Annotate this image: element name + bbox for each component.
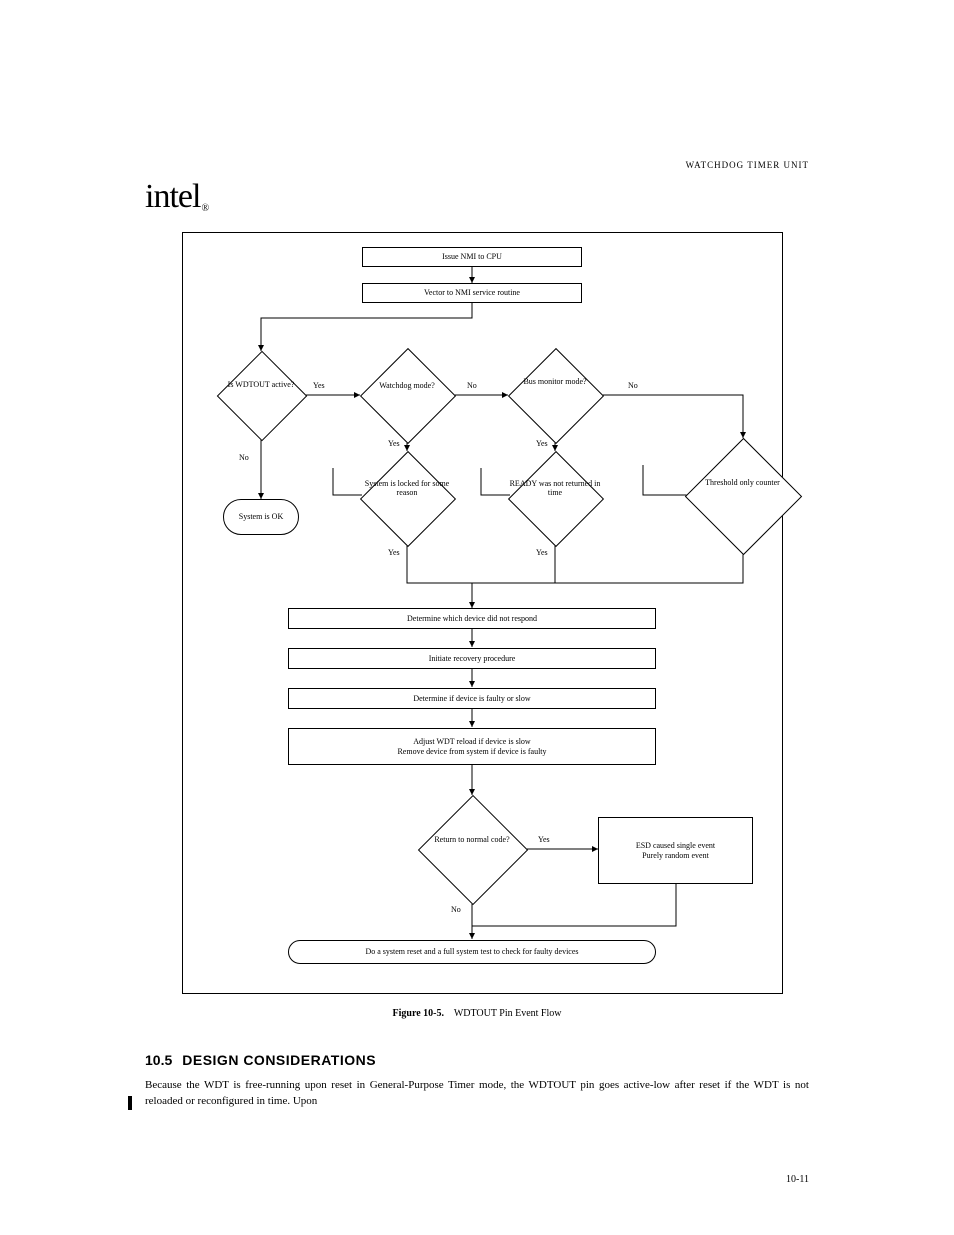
section-title: DESIGN CONSIDERATIONS [182,1052,376,1068]
box-issue-nmi: Issue NMI to CPU [362,247,582,267]
section: 10.5 DESIGN CONSIDERATIONS Because the W… [145,1052,809,1110]
box-initiate-recovery: Initiate recovery procedure [288,648,656,669]
edge-d1-yes: Yes [313,381,325,390]
edge-d1-no: No [239,453,249,462]
terminal-system-reset: Do a system reset and a full system test… [288,940,656,964]
box-adjust-reload: Adjust WDT reload if device is slow Remo… [288,728,656,765]
box-esd-random: ESD caused single event Purely random ev… [598,817,753,884]
box-determine-device: Determine which device did not respond [288,608,656,629]
figure-frame: Issue NMI to CPU Vector to NMI service r… [182,232,783,994]
edge-d7-no: No [451,905,461,914]
terminal-system-ok: System is OK [223,499,299,535]
box-vector-nmi: Vector to NMI service routine [362,283,582,303]
box-faulty-or-slow: Determine if device is faulty or slow [288,688,656,709]
logo-text: intel [145,178,200,215]
figure-caption-text: WDTOUT Pin Event Flow [454,1008,562,1019]
section-number: 10.5 [145,1052,172,1068]
edge-d5-yes: Yes [536,548,548,557]
page-number: 10-11 [786,1174,809,1185]
edge-d4-yes: Yes [388,548,400,557]
figure-caption-label: Figure 10-5. [393,1008,444,1019]
edge-d3-yes: Yes [536,439,548,448]
intel-logo: intel® [145,178,207,216]
header-section-label: WATCHDOG TIMER UNIT [686,160,809,170]
logo-registered: ® [201,203,208,214]
edge-d3-no: No [628,381,638,390]
figure-caption: Figure 10-5. WDTOUT Pin Event Flow [145,1008,809,1019]
revision-bar-icon [128,1096,132,1110]
edge-d7-yes: Yes [538,835,550,844]
section-body: Because the WDT is free-running upon res… [145,1078,809,1110]
edge-d2-no: No [467,381,477,390]
edge-d2-yes: Yes [388,439,400,448]
